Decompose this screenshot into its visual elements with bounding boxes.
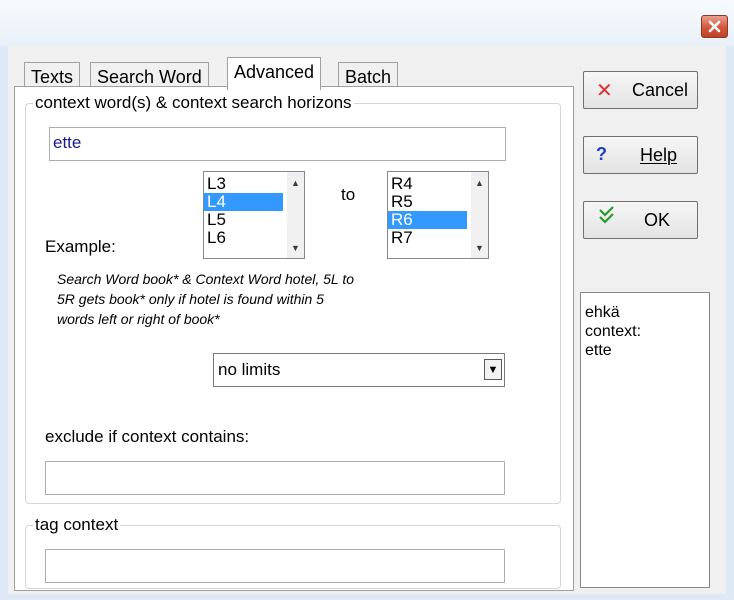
close-button[interactable] [701, 15, 728, 38]
right-horizon-item[interactable]: R7 [388, 229, 467, 247]
question-mark-icon: ? [596, 144, 607, 164]
context-group-title: context word(s) & context search horizon… [33, 93, 354, 113]
left-horizon-item[interactable]: L5 [204, 211, 283, 229]
status-panel: ehkä context: ette [580, 292, 710, 588]
tab-advanced-label: Advanced [234, 62, 315, 82]
cancel-button-label: Cancel [632, 80, 689, 100]
scroll-down-arrow-icon[interactable]: ▼ [287, 239, 304, 256]
status-line: ette [585, 342, 612, 359]
close-icon [708, 20, 721, 33]
tab-batch-label: Batch [345, 67, 392, 87]
to-label: to [341, 185, 356, 204]
right-horizon-item-selected[interactable]: R6 [388, 211, 467, 229]
example-text: Search Word book* & Context Word hotel, … [57, 269, 502, 329]
example-text-line: Search Word book* & Context Word hotel, … [57, 271, 355, 287]
help-button-label: Help [640, 145, 678, 165]
tag-context-title: tag context [33, 515, 121, 535]
dropdown-arrow-icon[interactable]: ▼ [484, 359, 502, 380]
dialog-client-area: Texts Search Word Advanced Batch context… [8, 46, 726, 594]
right-horizon-listbox[interactable]: R4 R5 R6 R7 ▲ ▼ [387, 171, 489, 259]
cancel-button[interactable]: ✕ Cancel [583, 71, 698, 109]
tab-texts-label: Texts [31, 67, 74, 87]
window-frame-right [726, 46, 734, 600]
left-horizon-listbox[interactable]: L3 L4 L5 L6 ▲ ▼ [203, 171, 305, 259]
window-frame-left [0, 46, 8, 600]
right-horizon-item[interactable]: R4 [388, 175, 467, 193]
ok-button-label: OK [644, 210, 671, 230]
scroll-up-arrow-icon[interactable]: ▲ [471, 174, 488, 191]
left-horizon-item[interactable]: L3 [204, 175, 283, 193]
right-horizon-scrollbar[interactable]: ▲ ▼ [471, 172, 488, 258]
limit-select-value: no limits [218, 360, 281, 379]
exclude-label: exclude if context contains: [45, 427, 250, 446]
cancel-x-icon: ✕ [596, 80, 613, 102]
exclude-context-input[interactable] [45, 461, 505, 495]
left-horizon-item[interactable]: L6 [204, 229, 283, 247]
left-horizon-scrollbar[interactable]: ▲ ▼ [287, 172, 304, 258]
dialog-window: Texts Search Word Advanced Batch context… [0, 0, 734, 600]
tab-advanced[interactable]: Advanced [227, 57, 322, 90]
tag-context-input[interactable] [45, 549, 505, 583]
double-check-icon [598, 206, 616, 231]
ok-button[interactable]: OK [583, 201, 698, 239]
scroll-up-arrow-icon[interactable]: ▲ [287, 174, 304, 191]
status-line: context: [585, 323, 642, 340]
help-button[interactable]: ? Help [583, 136, 698, 174]
example-text-line: words left or right of book* [57, 311, 220, 327]
scroll-down-arrow-icon[interactable]: ▼ [471, 239, 488, 256]
left-horizon-item-selected[interactable]: L4 [204, 193, 283, 211]
title-bar [0, 0, 734, 46]
example-text-line: 5R gets book* only if hotel is found wit… [57, 291, 324, 307]
right-horizon-item[interactable]: R5 [388, 193, 467, 211]
status-line: ehkä [585, 304, 620, 321]
tab-search-word-label: Search Word [97, 67, 202, 87]
window-frame-bottom [0, 594, 734, 600]
context-word-input[interactable]: ette [49, 127, 506, 161]
limit-select[interactable]: no limits ▼ [213, 353, 505, 387]
example-label: Example: [45, 237, 116, 256]
advanced-tab-panel: context word(s) & context search horizon… [14, 86, 574, 591]
